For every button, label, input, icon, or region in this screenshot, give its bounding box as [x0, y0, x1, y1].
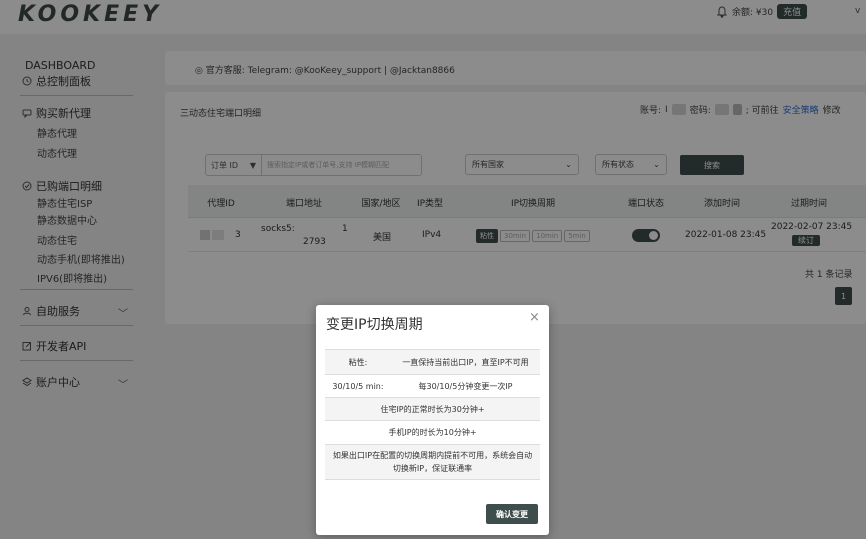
info-row: 住宅IP的正常时长为30分钟+: [325, 398, 540, 421]
info-value: 每30/10/5分钟变更一次IP: [418, 381, 513, 391]
info-key: 粘性:: [348, 357, 368, 367]
info-row: 粘性: 一直保持当前出口IP，直至IP不可用: [325, 350, 540, 375]
info-row: 如果出口IP在配置的切换周期内提前不可用，系统会自动切换新IP，保证联通率: [325, 445, 540, 480]
info-key: 30/10/5 min:: [332, 381, 384, 391]
close-icon[interactable]: ×: [529, 310, 540, 325]
change-cycle-dialog: 变更IP切换周期 × 粘性: 一直保持当前出口IP，直至IP不可用 30/10/…: [316, 305, 549, 535]
info-note: 住宅IP的正常时长为30分钟+: [380, 404, 485, 414]
cycle-info-table: 粘性: 一直保持当前出口IP，直至IP不可用 30/10/5 min: 每30/…: [325, 349, 540, 480]
info-note: 手机IP的时长为10分钟+: [388, 428, 477, 437]
info-row: 手机IP的时长为10分钟+: [325, 421, 540, 445]
info-note: 如果出口IP在配置的切换周期内提前不可用，系统会自动切换新IP，保证联通率: [332, 451, 533, 473]
info-row: 30/10/5 min: 每30/10/5分钟变更一次IP: [325, 375, 540, 398]
confirm-change-button[interactable]: 确认变更: [486, 504, 538, 524]
dialog-title: 变更IP切换周期: [326, 317, 423, 333]
info-value: 一直保持当前出口IP，直至IP不可用: [402, 357, 529, 367]
